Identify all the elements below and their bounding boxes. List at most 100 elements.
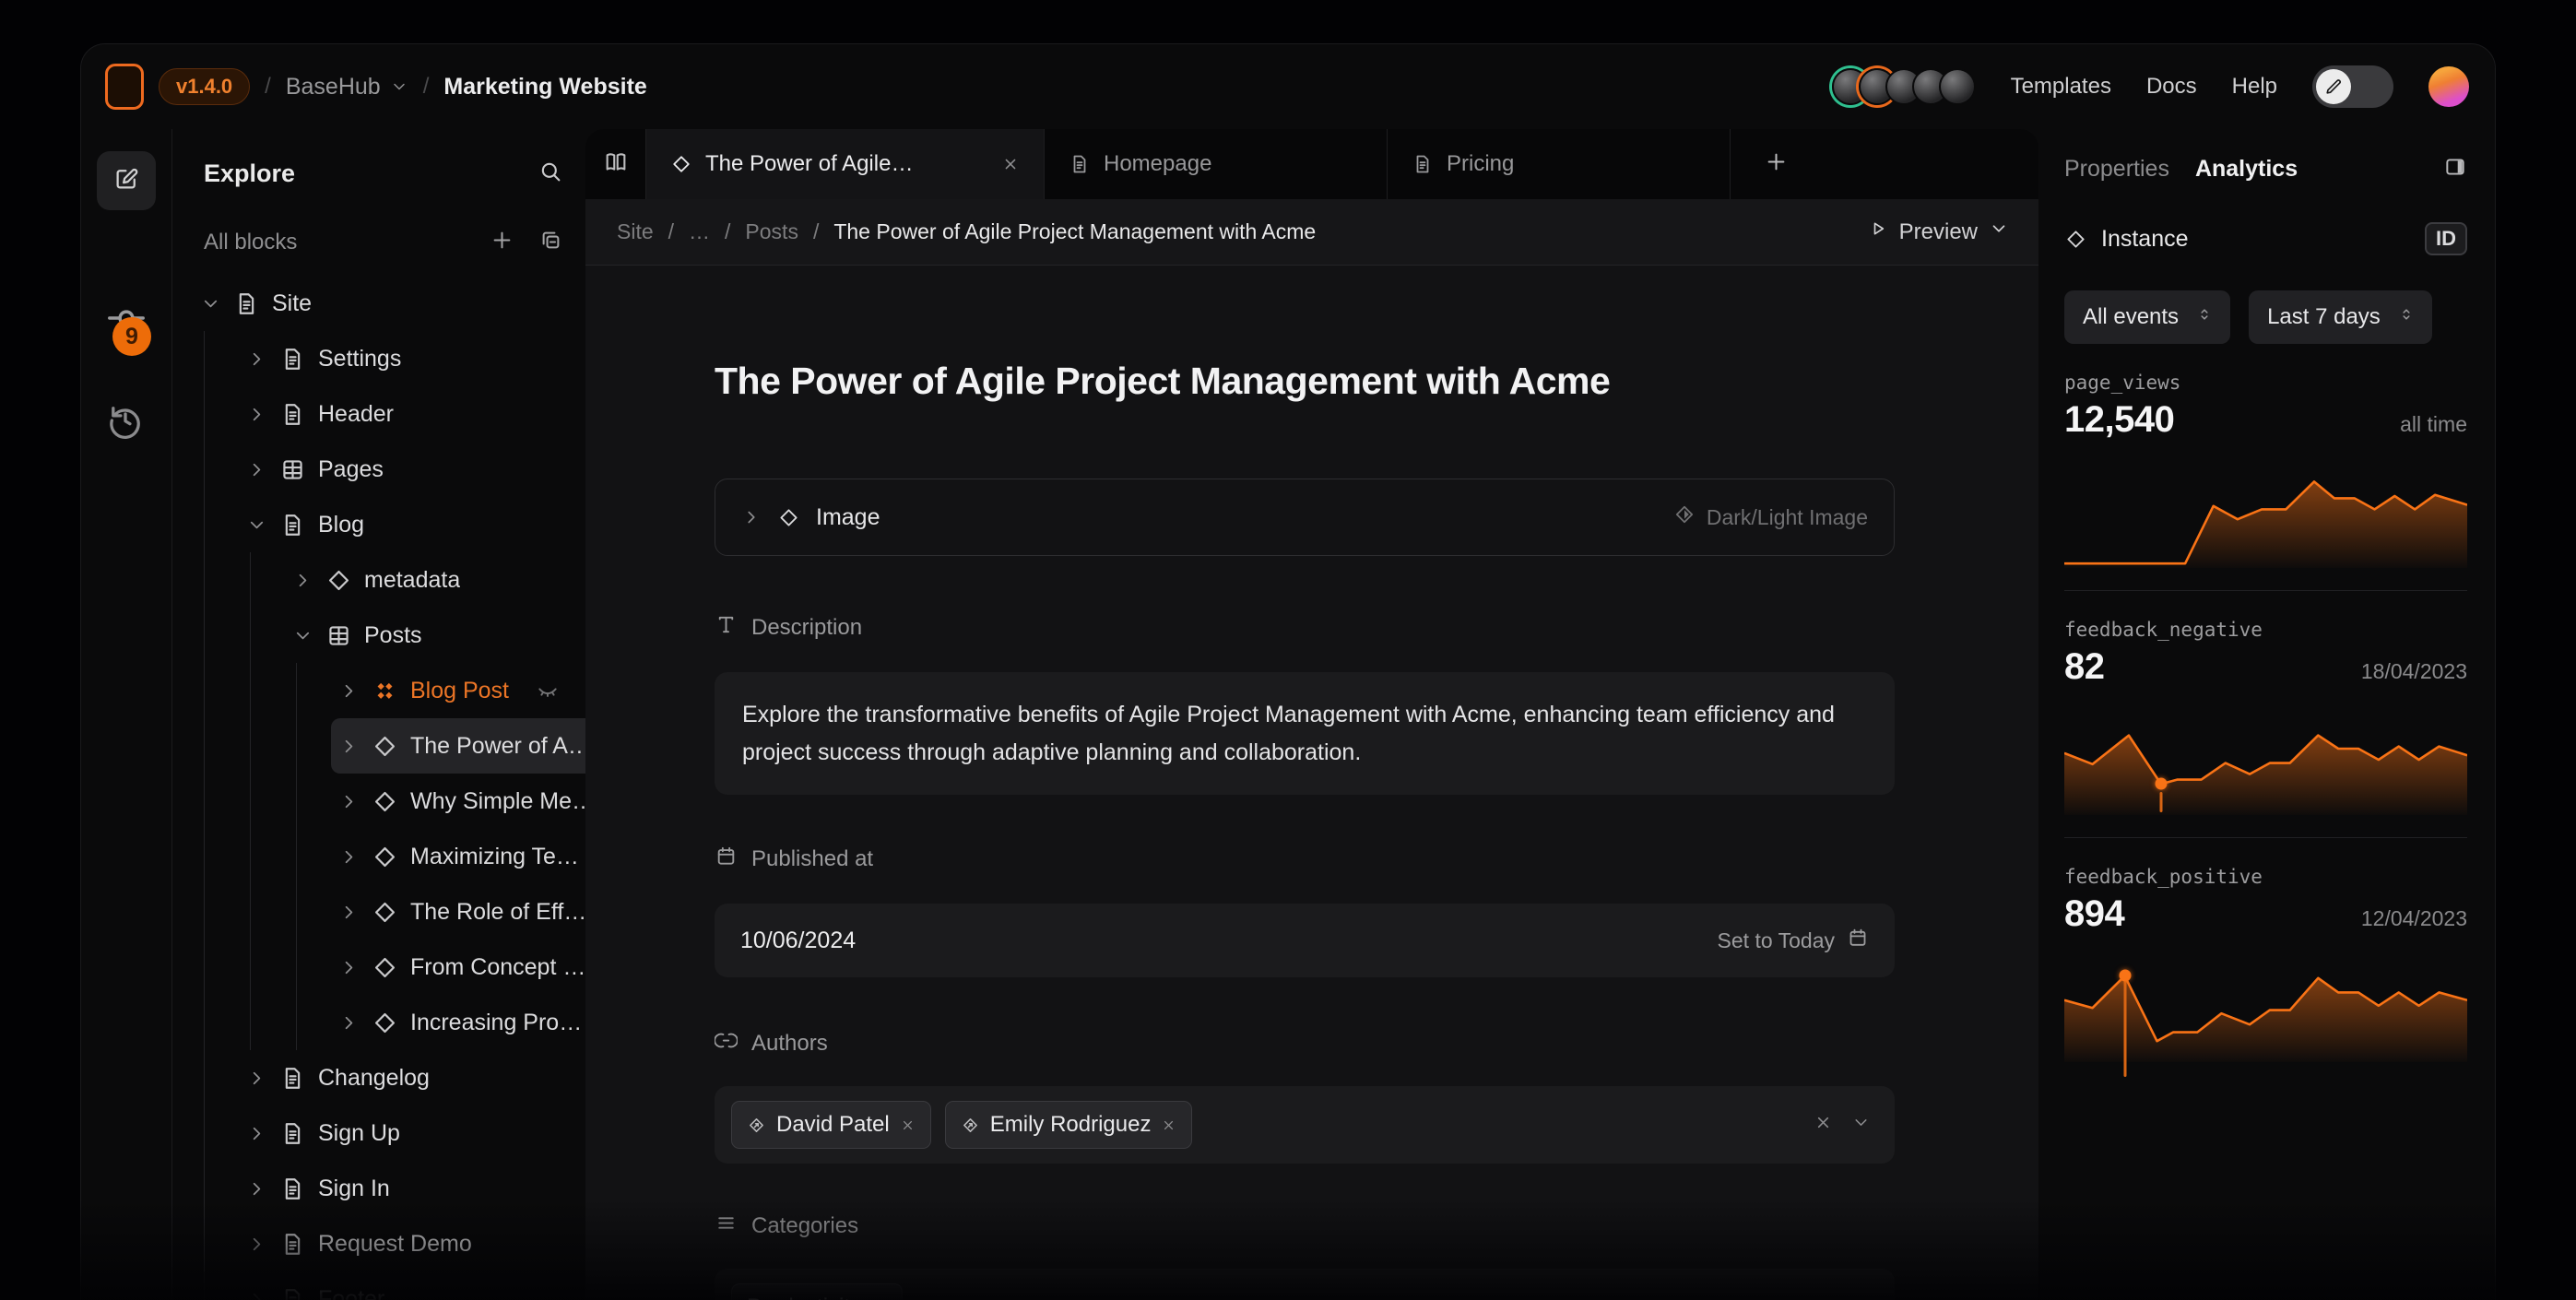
preview-button[interactable]: Preview (1868, 219, 2009, 245)
chevron-right-icon[interactable] (338, 902, 360, 923)
tree-item-body[interactable]: Why Simple Me… (331, 774, 585, 829)
chevron-right-icon[interactable] (246, 1178, 267, 1200)
chevron-right-icon[interactable] (292, 570, 313, 591)
tree-item-changelog[interactable]: Changelog (193, 1050, 573, 1105)
chevron-right-icon[interactable] (338, 846, 360, 868)
tree-item-from-concept[interactable]: From Concept … (193, 940, 573, 995)
tree-item-body[interactable]: Posts (285, 608, 573, 663)
chevron-right-icon[interactable] (246, 1234, 267, 1255)
chevron-right-icon[interactable] (246, 349, 267, 370)
tree-item-sign-in[interactable]: Sign In (193, 1161, 573, 1216)
tree-item-settings[interactable]: Settings (193, 331, 573, 386)
tree-item-body[interactable]: Settings (239, 331, 573, 386)
tree-item-body[interactable]: The Role of Eff… (331, 884, 585, 940)
chevron-down-icon[interactable] (1851, 1113, 1871, 1137)
authors-field[interactable]: David Patel Emily Rodriguez (715, 1086, 1895, 1164)
close-tab-icon[interactable] (1001, 155, 1020, 173)
search-button[interactable] (538, 159, 563, 189)
nav-docs[interactable]: Docs (2146, 74, 2197, 100)
tree-item-body[interactable]: Changelog (239, 1050, 573, 1105)
chevron-right-icon[interactable] (741, 507, 762, 527)
org-switcher[interactable]: BaseHub (286, 74, 408, 100)
breadcrumb-item[interactable]: … (689, 219, 710, 244)
tree-item-body[interactable]: Increasing Pro… (331, 995, 585, 1050)
chevron-right-icon[interactable] (338, 1012, 360, 1034)
tree-item-maximizing-te[interactable]: Maximizing Te… (193, 829, 573, 884)
tree-item-site[interactable]: Site (193, 276, 573, 331)
categories-field[interactable]: Productivity (715, 1269, 1895, 1300)
edit-content-button[interactable] (97, 151, 156, 210)
breadcrumb-item[interactable]: Site (617, 219, 654, 244)
tree-item-request-demo[interactable]: Request Demo (193, 1216, 573, 1271)
chevron-right-icon[interactable] (338, 957, 360, 978)
panel-tab-analytics[interactable]: Analytics (2195, 156, 2298, 183)
tree-item-sign-up[interactable]: Sign Up (193, 1105, 573, 1161)
edit-mode-toggle[interactable] (2312, 65, 2393, 108)
tree-item-body[interactable]: Sign In (239, 1161, 573, 1216)
breadcrumb-item[interactable]: Posts (745, 219, 798, 244)
tree-item-the-role-of-eff[interactable]: The Role of Eff… (193, 884, 573, 940)
filter-all-events[interactable]: All events (2064, 290, 2230, 344)
tree-item-body[interactable]: Sign Up (239, 1105, 573, 1161)
id-badge[interactable]: ID (2425, 222, 2467, 255)
chevron-right-icon[interactable] (246, 404, 267, 425)
tree-item-body[interactable]: Footer (239, 1271, 573, 1300)
chevron-down-icon[interactable] (1851, 1295, 1871, 1300)
panel-toggle-icon[interactable] (2443, 155, 2467, 183)
chevron-down-icon[interactable] (246, 514, 267, 536)
tree-item-posts[interactable]: Posts (193, 608, 573, 663)
tree-item-footer[interactable]: Footer (193, 1271, 573, 1300)
tree-item-body[interactable]: Maximizing Te… (331, 829, 585, 884)
chevron-down-icon[interactable] (292, 625, 313, 646)
tree-item-body[interactable]: metadata (285, 552, 573, 608)
tree-item-the-power-of-a[interactable]: The Power of A… (193, 718, 573, 774)
tree-item-body[interactable]: Blog Post (331, 663, 573, 718)
tree-item-body[interactable]: From Concept … (331, 940, 585, 995)
clear-all-icon[interactable] (1814, 1113, 1833, 1137)
tab-the-power-of-agile[interactable]: The Power of Agile… (646, 129, 1045, 199)
filter-last-7-days[interactable]: Last 7 days (2249, 290, 2432, 344)
tree-item-body[interactable]: Site (193, 276, 573, 331)
tree-item-header[interactable]: Header (193, 386, 573, 442)
basehub-logo[interactable] (105, 64, 144, 110)
library-tab[interactable] (585, 129, 646, 199)
chevron-right-icon[interactable] (338, 791, 360, 812)
tree-item-body[interactable]: Request Demo (239, 1216, 573, 1271)
tab-homepage[interactable]: Homepage (1045, 129, 1388, 199)
chevron-down-icon[interactable] (200, 293, 221, 314)
chip-david-patel[interactable]: David Patel (731, 1101, 931, 1149)
new-tab-button[interactable] (1731, 129, 2038, 199)
panel-tab-properties[interactable]: Properties (2064, 156, 2169, 183)
nav-help[interactable]: Help (2232, 74, 2277, 100)
chip-productivity[interactable]: Productivity (731, 1283, 903, 1300)
chevron-right-icon[interactable] (246, 1289, 267, 1300)
chevron-right-icon[interactable] (246, 1123, 267, 1144)
tree-item-why-simple-me[interactable]: Why Simple Me… (193, 774, 573, 829)
clear-all-icon[interactable] (1814, 1295, 1833, 1300)
tree-item-increasing-pro[interactable]: Increasing Pro… (193, 995, 573, 1050)
duplicate-button[interactable] (538, 228, 563, 257)
published-at-field[interactable]: 10/06/2024 Set to Today (715, 904, 1895, 977)
remove-chip-icon[interactable] (900, 1117, 916, 1133)
remove-chip-icon[interactable] (1161, 1117, 1176, 1133)
commits-button[interactable]: 9 (105, 297, 148, 339)
tree-item-body[interactable]: Pages (239, 442, 573, 497)
image-field[interactable]: Image Dark/Light Image (715, 479, 1895, 556)
nav-templates[interactable]: Templates (2011, 74, 2111, 100)
tree-item-body[interactable]: The Power of A… (331, 718, 585, 774)
tree-item-blog[interactable]: Blog (193, 497, 573, 552)
chevron-right-icon[interactable] (246, 459, 267, 480)
chevron-right-icon[interactable] (338, 680, 360, 702)
set-to-today-button[interactable]: Set to Today (1718, 927, 1869, 954)
date-value[interactable]: 10/06/2024 (740, 928, 856, 954)
tree-item-blog-post[interactable]: Blog Post (193, 663, 573, 718)
chip-emily-rodriguez[interactable]: Emily Rodriguez (945, 1101, 1193, 1149)
account-avatar[interactable] (2428, 66, 2469, 107)
tree-item-body[interactable]: Header (239, 386, 573, 442)
tree-item-pages[interactable]: Pages (193, 442, 573, 497)
add-block-button[interactable] (490, 228, 514, 257)
tree-item-metadata[interactable]: metadata (193, 552, 573, 608)
tree-item-body[interactable]: Blog (239, 497, 573, 552)
chevron-right-icon[interactable] (246, 1068, 267, 1089)
history-button[interactable] (105, 400, 148, 443)
